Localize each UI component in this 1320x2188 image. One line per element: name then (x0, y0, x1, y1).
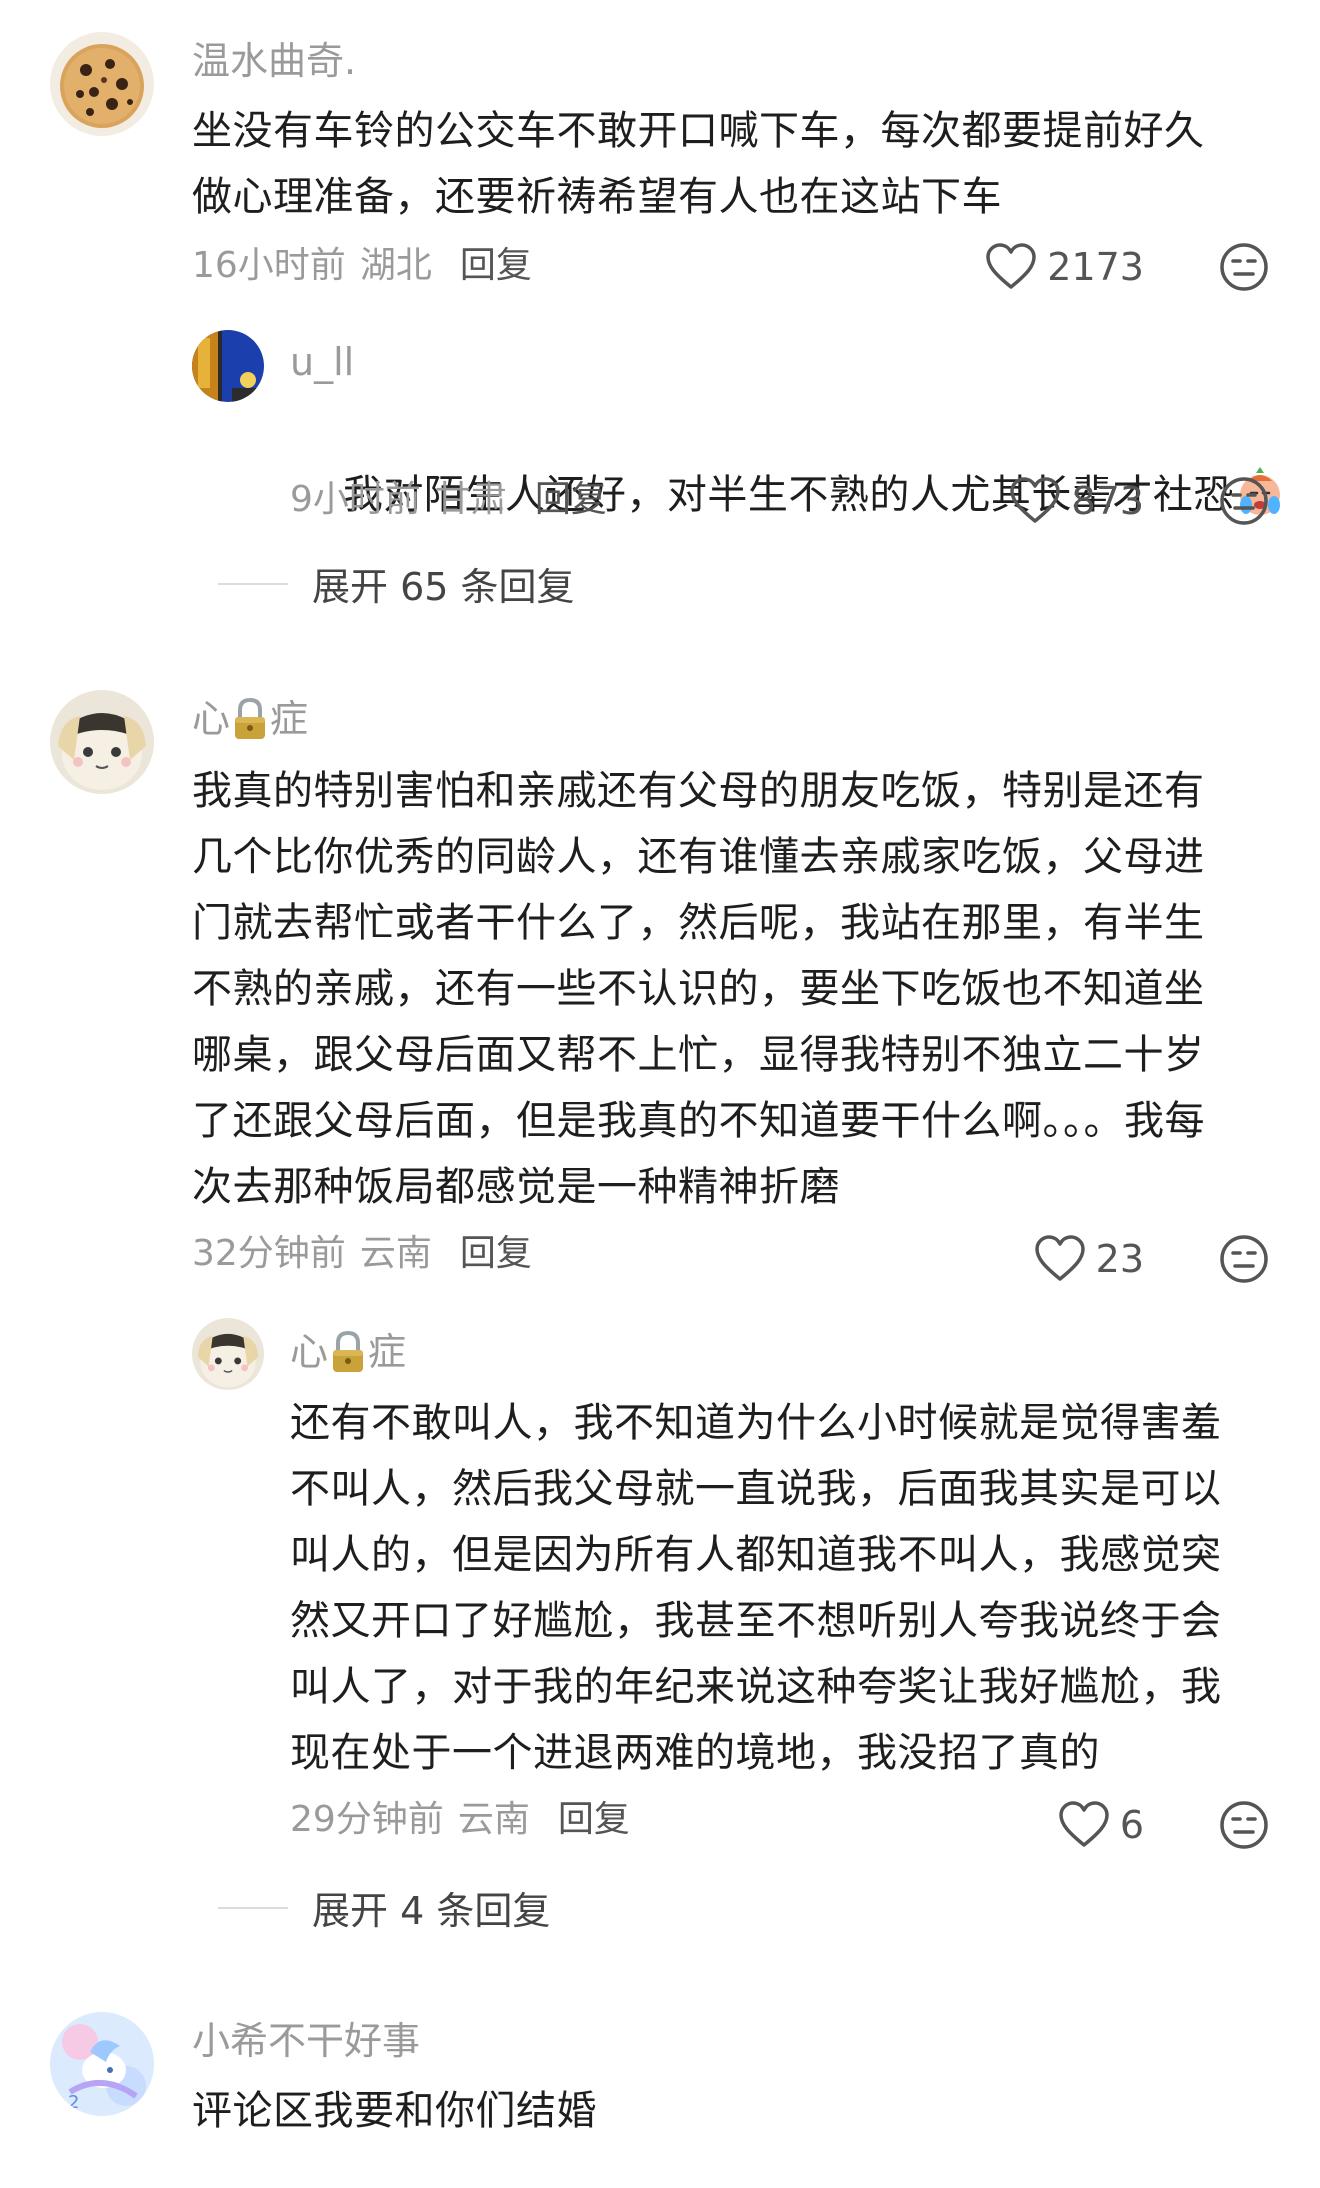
reply-button[interactable]: 回复 (535, 479, 607, 520)
like-button[interactable]: 2173 (985, 242, 1144, 292)
reply-username[interactable]: u_ll (290, 339, 354, 385)
expand-replies-button[interactable]: 展开 4 条回复 (218, 1880, 550, 1935)
dislike-button[interactable] (1218, 1233, 1270, 1285)
reply-meta: 9小时前 甘肃 回复 (290, 478, 607, 522)
pastel-pony-avatar-icon: 2 (50, 2012, 154, 2116)
reply-button[interactable]: 回复 (558, 1799, 630, 1840)
dislike-button[interactable] (1218, 475, 1270, 527)
dislike-button[interactable] (1218, 1799, 1270, 1851)
lock-icon (328, 1329, 368, 1375)
svg-text:2: 2 (68, 2092, 79, 2113)
like-count: 6 (1119, 1803, 1144, 1847)
comment-time: 32分钟前 (192, 1233, 346, 1274)
lock-icon (230, 696, 270, 742)
heart-outline-icon (1059, 1801, 1109, 1847)
comment-region: 云南 (359, 1233, 432, 1274)
like-button[interactable]: 23 (1034, 1234, 1144, 1284)
reply-time: 29分钟前 (290, 1799, 444, 1840)
like-count: 23 (1095, 1237, 1144, 1281)
like-button[interactable]: 873 (1009, 476, 1144, 526)
reply-region: 甘肃 (434, 479, 507, 520)
like-count: 873 (1071, 479, 1144, 523)
comment-username[interactable]: 温水曲奇. (192, 38, 356, 84)
comment-content: 评论区我要和你们结婚 (192, 2088, 597, 2134)
reply-button[interactable]: 回复 (460, 1233, 532, 1274)
reply-content: 还有不敢叫人，我不知道为什么小时候就是觉得害羞 不叫人，然后我父母就一直说我，后… (290, 1400, 1222, 1776)
dislike-button[interactable] (1218, 241, 1270, 293)
comment-content: 坐没有车铃的公交车不敢开口喊下车，每次都要提前好久 做心理准备，还要祈祷希望有人… (192, 108, 1205, 220)
comment-username[interactable]: 心症 (192, 696, 308, 742)
heart-outline-icon (1034, 1235, 1085, 1281)
reply-meta: 29分钟前 云南 回复 (290, 1798, 630, 1842)
anime-doll-avatar-icon (50, 690, 154, 794)
expand-label: 展开 4 条回复 (312, 1889, 551, 1933)
comment-time: 16小时前 (192, 245, 346, 286)
username-suffix: 症 (368, 1330, 407, 1374)
anime-doll-avatar-icon (192, 1318, 264, 1390)
reply-button[interactable]: 回复 (460, 245, 532, 286)
like-button[interactable]: 6 (1058, 1800, 1144, 1850)
expand-divider (218, 582, 288, 585)
username-prefix: 心 (192, 697, 231, 741)
reply-region: 云南 (457, 1799, 530, 1840)
avatar-pastel-pony[interactable]: 2 (50, 2012, 154, 2116)
avatar-cookie[interactable] (50, 32, 154, 136)
reply-time: 9小时前 (290, 479, 421, 520)
comment-meta: 32分钟前 云南 回复 (192, 1232, 532, 1276)
expand-divider (218, 1906, 288, 1909)
heart-outline-icon (986, 243, 1037, 289)
neutral-face-icon (1220, 477, 1268, 525)
comment-meta: 16小时前 湖北 回复 (192, 244, 532, 288)
reply-username[interactable]: 心症 (290, 1329, 406, 1375)
expand-replies-button[interactable]: 展开 65 条回复 (218, 556, 575, 611)
avatar-anime-doll[interactable] (50, 690, 154, 794)
avatar-window-night[interactable] (192, 330, 264, 402)
window-night-avatar-icon (192, 330, 264, 402)
neutral-face-icon (1220, 1801, 1268, 1849)
expand-label: 展开 65 条回复 (312, 565, 575, 609)
comment-content: 我真的特别害怕和亲戚还有父母的朋友吃饭，特别是还有 几个比你优秀的同龄人，还有谁… (192, 768, 1205, 1210)
username-suffix: 症 (270, 697, 309, 741)
username-prefix: 心 (290, 1330, 329, 1374)
like-count: 2173 (1047, 245, 1144, 289)
neutral-face-icon (1220, 243, 1268, 291)
avatar-anime-doll[interactable] (192, 1318, 264, 1390)
heart-outline-icon (1010, 477, 1061, 523)
comment-region: 湖北 (359, 245, 432, 286)
comment-username[interactable]: 小希不干好事 (192, 2018, 420, 2064)
cookie-avatar-icon (50, 32, 154, 136)
neutral-face-icon (1220, 1235, 1268, 1283)
